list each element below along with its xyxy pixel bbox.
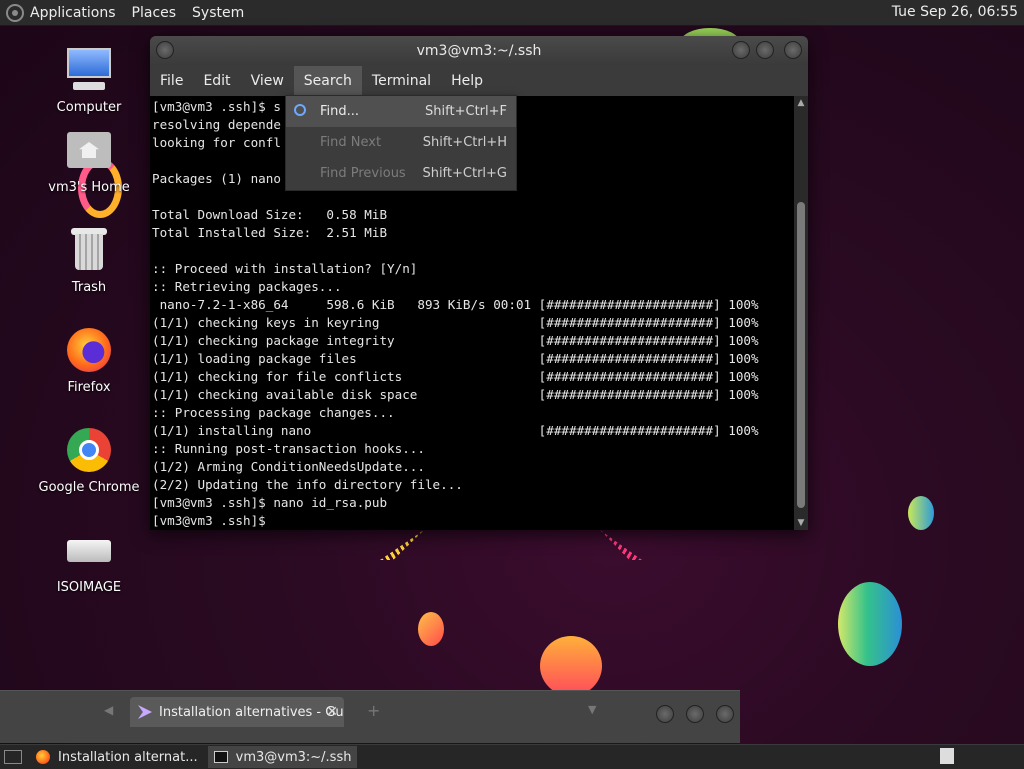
wallpaper-shape	[380, 530, 424, 560]
menu-applications[interactable]: Applications	[30, 5, 116, 21]
desktop-icon-label: Firefox	[67, 380, 111, 395]
wallpaper-shape	[600, 530, 642, 560]
site-favicon-icon	[138, 705, 152, 719]
scroll-down-icon[interactable]: ▼	[796, 518, 806, 528]
browser-maximize-button[interactable]	[686, 705, 704, 723]
terminal-line: nano-7.2-1-x86_64 598.6 KiB 893 KiB/s 00…	[152, 297, 759, 312]
scroll-up-icon[interactable]: ▲	[796, 98, 806, 108]
browser-window: ◀ Installation alternatives - Gu ✕ + ▼	[0, 690, 740, 743]
browser-minimize-button[interactable]	[656, 705, 674, 723]
browser-tab-title: Installation alternatives - Gu	[159, 704, 344, 720]
clock[interactable]: Tue Sep 26, 06:55	[892, 4, 1018, 20]
search-menu-dropdown: Find... Shift+Ctrl+F Find Next Shift+Ctr…	[285, 95, 517, 191]
wallpaper-shape	[418, 612, 444, 646]
taskbar-item-terminal[interactable]: vm3@vm3:~/.ssh	[207, 746, 358, 768]
menu-terminal[interactable]: Terminal	[362, 66, 441, 96]
terminal-line: (1/1) checking package integrity [######…	[152, 333, 759, 348]
terminal-line: :: Retrieving packages...	[152, 279, 342, 294]
minimize-button[interactable]	[732, 41, 750, 59]
desktop-icon-trash[interactable]: Trash	[29, 226, 149, 295]
desktop-icon-computer[interactable]: Computer	[29, 46, 149, 115]
wallpaper-shape	[908, 496, 934, 530]
browser-tab[interactable]: Installation alternatives - Gu ✕	[130, 697, 344, 727]
workspace-switcher[interactable]	[940, 748, 954, 764]
terminal-icon	[213, 751, 228, 763]
terminal-line: (1/1) installing nano [#################…	[152, 423, 759, 438]
terminal-line: (1/1) checking keys in keyring [########…	[152, 315, 759, 330]
desktop-icon-label: vm3's Home	[48, 180, 130, 195]
terminal-line: Total Installed Size: 2.51 MiB	[152, 225, 388, 240]
taskbar-item-firefox[interactable]: Installation alternat...	[30, 746, 204, 768]
window-title: vm3@vm3:~/.ssh	[416, 43, 542, 59]
chrome-icon	[65, 426, 113, 474]
desktop-icon-firefox[interactable]: Firefox	[29, 326, 149, 395]
window-menu-button[interactable]	[156, 41, 174, 59]
browser-close-button[interactable]	[716, 705, 734, 723]
trash-icon	[65, 226, 113, 274]
menu-item-find-next[interactable]: Find Next Shift+Ctrl+H	[286, 127, 516, 158]
terminal-line: (2/2) Updating the info directory file..…	[152, 477, 463, 492]
show-desktop-icon[interactable]	[4, 750, 22, 764]
menu-help[interactable]: Help	[441, 66, 493, 96]
menu-places[interactable]: Places	[132, 5, 177, 21]
terminal-line: (1/1) loading package files [###########…	[152, 351, 759, 366]
firefox-icon	[65, 326, 113, 374]
terminal-line: [vm3@vm3 .ssh]$ nano id_rsa.pub	[152, 495, 388, 510]
terminal-line: (1/1) checking available disk space [###…	[152, 387, 759, 402]
desktop-icon-label: Google Chrome	[38, 480, 140, 495]
menu-view[interactable]: View	[241, 66, 294, 96]
distro-logo-icon[interactable]	[6, 3, 24, 22]
menu-system[interactable]: System	[192, 5, 244, 21]
maximize-button[interactable]	[756, 41, 774, 59]
terminal-scrollbar[interactable]: ▲ ▼	[794, 96, 808, 530]
firefox-icon	[36, 750, 50, 764]
menu-item-find-previous[interactable]: Find Previous Shift+Ctrl+G	[286, 158, 516, 189]
new-tab-icon[interactable]: +	[367, 701, 380, 720]
menu-item-find[interactable]: Find... Shift+Ctrl+F	[286, 96, 516, 127]
desktop-icon-label: Trash	[71, 280, 107, 295]
search-icon	[294, 104, 306, 116]
taskbar-item-label: vm3@vm3:~/.ssh	[235, 749, 352, 765]
wallpaper-shape	[540, 636, 602, 696]
terminal-line: :: Proceed with installation? [Y/n]	[152, 261, 418, 276]
menu-file[interactable]: File	[150, 66, 193, 96]
terminal-line: Total Download Size: 0.58 MiB	[152, 207, 388, 222]
close-button[interactable]	[784, 41, 802, 59]
menu-edit[interactable]: Edit	[193, 66, 240, 96]
close-tab-icon[interactable]: ✕	[326, 704, 338, 720]
terminal-line: :: Processing package changes...	[152, 405, 395, 420]
home-folder-icon	[65, 126, 113, 174]
terminal-line: :: Running post-transaction hooks...	[152, 441, 425, 456]
terminal-menubar: File Edit View Search Terminal Help	[150, 66, 808, 96]
menu-search[interactable]: Search	[293, 66, 362, 96]
top-panel: Applications Places System Tue Sep 26, 0…	[0, 0, 1024, 26]
drive-icon	[65, 526, 113, 574]
scrollbar-thumb[interactable]	[797, 202, 805, 508]
desktop-icon-chrome[interactable]: Google Chrome	[29, 426, 149, 495]
desktop-icon-home[interactable]: vm3's Home	[29, 126, 149, 195]
bottom-taskbar: Installation alternat... vm3@vm3:~/.ssh	[0, 744, 1024, 769]
desktop-icon-label: ISOIMAGE	[56, 580, 122, 595]
terminal-line: [vm3@vm3 .ssh]$	[152, 513, 266, 528]
terminal-titlebar[interactable]: vm3@vm3:~/.ssh	[150, 36, 808, 66]
taskbar-item-label: Installation alternat...	[58, 749, 198, 765]
desktop-icon-isoimage[interactable]: ISOIMAGE	[29, 526, 149, 595]
tab-list-chevron-down-icon[interactable]: ▼	[588, 703, 596, 716]
tab-scroll-left-icon[interactable]: ◀	[104, 703, 113, 717]
terminal-line: (1/1) checking for file conflicts [#####…	[152, 369, 759, 384]
terminal-line: (1/2) Arming ConditionNeedsUpdate...	[152, 459, 425, 474]
wallpaper-shape	[838, 582, 902, 666]
desktop-icon-label: Computer	[56, 100, 122, 115]
computer-icon	[65, 46, 113, 94]
